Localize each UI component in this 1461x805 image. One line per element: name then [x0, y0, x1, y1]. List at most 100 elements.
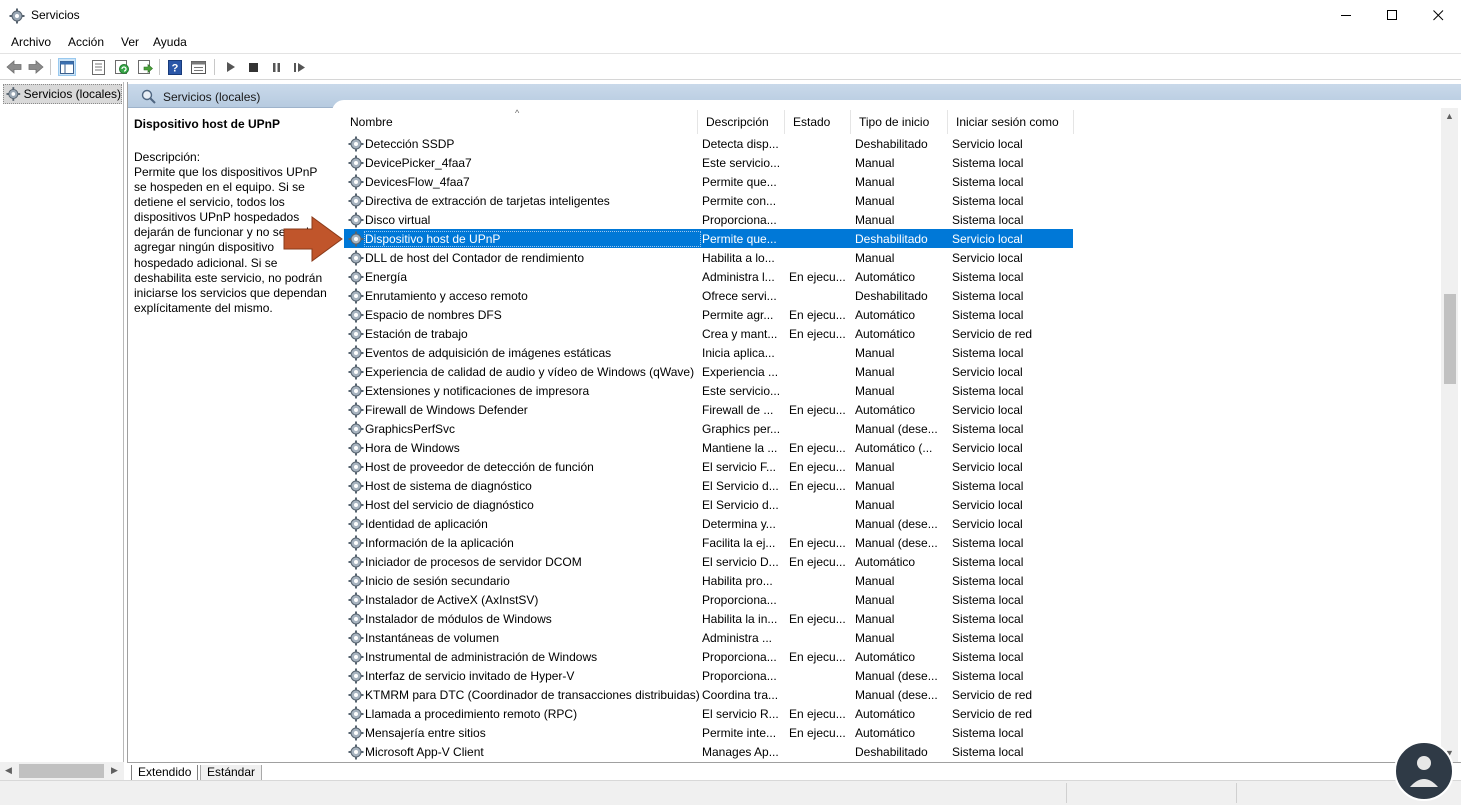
action-pane-icon [190, 60, 206, 74]
table-row[interactable]: Información de la aplicación Facilita la … [344, 533, 1073, 552]
toolbar-separator [50, 59, 51, 75]
table-row[interactable]: Interfaz de servicio invitado de Hyper-V… [344, 666, 1073, 685]
menu-ver[interactable]: Ver [121, 35, 139, 49]
table-row[interactable]: Instantáneas de volumen Administra ... Man… [344, 628, 1073, 647]
close-button[interactable] [1415, 0, 1461, 31]
service-startup-type: Manual [855, 251, 895, 265]
table-row[interactable]: Hora de Windows Mantiene la ... En ejecu..… [344, 438, 1073, 457]
service-gear-icon [348, 345, 364, 361]
service-startup-type: Manual [855, 593, 895, 607]
service-gear-icon [348, 269, 364, 285]
table-row[interactable]: Disco virtual Proporciona... Manual Sistema… [344, 210, 1073, 229]
column-header-name[interactable]: Nombre [342, 110, 698, 134]
table-row[interactable]: Instalador de ActiveX (AxInstSV) Proporci… [344, 590, 1073, 609]
service-log-on-as: Sistema local [952, 536, 1024, 550]
table-row[interactable]: Directiva de extracción de tarjetas inte… [344, 191, 1073, 210]
service-name: Experiencia de calidad de audio y vídeo … [365, 365, 695, 379]
maximize-button[interactable] [1369, 0, 1415, 31]
column-header-log-on-as[interactable]: Iniciar sesión como [948, 110, 1074, 134]
scroll-left-icon[interactable]: ◀ [5, 765, 12, 776]
table-row[interactable]: DevicePicker_4faa7 Este servicio... Manual… [344, 153, 1073, 172]
properties-sheet-icon [91, 59, 105, 75]
scrollbar-thumb[interactable] [1444, 294, 1456, 384]
table-row[interactable]: Inicio de sesión secundario Habilita pro.… [344, 571, 1073, 590]
service-log-on-as: Sistema local [952, 574, 1024, 588]
table-row[interactable]: Iniciador de procesos de servidor DCOM El… [344, 552, 1073, 571]
list-vertical-scrollbar[interactable]: ▲ ▼ [1441, 108, 1458, 762]
table-row[interactable]: Host de sistema de diagnóstico El Servici… [344, 476, 1073, 495]
show-action-pane-button[interactable] [189, 58, 207, 76]
table-row[interactable]: Llamada a procedimiento remoto (RPC) El s… [344, 704, 1073, 723]
back-button[interactable] [5, 58, 23, 76]
menu-archivo[interactable]: Archivo [11, 35, 51, 49]
tab-estandar[interactable]: Estándar [200, 765, 263, 781]
service-state: En ejecu... [789, 555, 846, 569]
table-row[interactable]: Enrutamiento y acceso remoto Ofrece servi… [344, 286, 1073, 305]
title-bar: Servicios [0, 0, 1461, 31]
menu-accion[interactable]: Acción [68, 35, 104, 49]
table-row[interactable]: GraphicsPerfSvc Graphics per... Manual (de… [344, 419, 1073, 438]
table-row[interactable]: Experiencia de calidad de audio y vídeo … [344, 362, 1073, 381]
scroll-up-icon[interactable]: ▲ [1445, 111, 1454, 121]
table-row[interactable]: KTMRM para DTC (Coordinador de transacci… [344, 685, 1073, 704]
restart-service-button[interactable] [290, 58, 308, 76]
table-row[interactable]: Instalador de módulos de Windows Habilita… [344, 609, 1073, 628]
table-row[interactable]: DLL de host del Contador de rendimiento H… [344, 248, 1073, 267]
help-button[interactable]: ? [166, 58, 184, 76]
service-startup-type: Manual [855, 365, 895, 379]
service-name: Espacio de nombres DFS [365, 308, 502, 322]
service-gear-icon [348, 250, 364, 266]
start-service-button[interactable] [222, 58, 240, 76]
service-description: Permite agr... [702, 308, 774, 322]
table-row[interactable]: Microsoft App-V Client Manages Ap... Desha… [344, 742, 1073, 761]
stop-service-button[interactable] [244, 58, 262, 76]
table-row[interactable]: Energía Administra l... En ejecu... Automát… [344, 267, 1073, 286]
table-row[interactable]: Estación de trabajo Crea y mant... En ejec… [344, 324, 1073, 343]
table-row[interactable]: Firewall de Windows Defender Firewall de … [344, 400, 1073, 419]
scrollbar-thumb[interactable] [19, 764, 104, 778]
service-gear-icon [348, 573, 364, 589]
column-header-state[interactable]: Estado [785, 110, 851, 134]
column-header-startup-type[interactable]: Tipo de inicio [851, 110, 948, 134]
service-name: Interfaz de servicio invitado de Hyper-V [365, 669, 575, 683]
tab-extendido[interactable]: Extendido [131, 765, 199, 781]
refresh-button[interactable] [113, 58, 131, 76]
table-row[interactable]: Instrumental de administración de Window… [344, 647, 1073, 666]
service-log-on-as: Sistema local [952, 479, 1024, 493]
service-description: Ofrece servi... [702, 289, 777, 303]
service-gear-icon [348, 554, 364, 570]
menu-ayuda[interactable]: Ayuda [153, 35, 187, 49]
properties-button[interactable] [89, 58, 107, 76]
service-gear-icon [348, 421, 364, 437]
table-row[interactable]: Extensiones y notificaciones de impresor… [344, 381, 1073, 400]
table-row[interactable]: Detección SSDP Detecta disp... Deshabilita… [344, 134, 1073, 153]
scroll-right-icon[interactable]: ▶ [111, 765, 118, 776]
table-row[interactable]: Identidad de aplicación Determina y... Man… [344, 514, 1073, 533]
pause-service-button[interactable] [267, 58, 285, 76]
table-row[interactable]: DevicesFlow_4faa7 Permite que... Manual Sis… [344, 172, 1073, 191]
table-row[interactable]: Host del servicio de diagnóstico El Servi… [344, 495, 1073, 514]
service-description: Inicia aplica... [702, 346, 775, 360]
service-gear-icon [348, 478, 364, 494]
service-log-on-as: Servicio local [952, 517, 1023, 531]
forward-button[interactable] [27, 58, 45, 76]
service-startup-type: Automático [855, 707, 916, 721]
service-gear-icon [348, 383, 364, 399]
table-row[interactable]: Dispositivo host de UPnP Permite que... De… [344, 229, 1073, 248]
minimize-button[interactable] [1323, 0, 1369, 31]
table-row[interactable]: Host de proveedor de detección de funció… [344, 457, 1073, 476]
tree-horizontal-scrollbar[interactable]: ◀ ▶ [0, 762, 124, 780]
export-list-button[interactable] [136, 58, 154, 76]
table-row[interactable]: Mensajería entre sitios Permite inte... En… [344, 723, 1073, 742]
service-gear-icon [348, 326, 364, 342]
table-row[interactable]: Eventos de adquisición de imágenes estát… [344, 343, 1073, 362]
service-gear-icon [348, 630, 364, 646]
tree-item-services-local[interactable]: Servicios (locales) [3, 84, 122, 104]
service-description: Experiencia ... [702, 365, 779, 379]
show-console-tree-button[interactable] [58, 58, 76, 76]
table-row[interactable]: Espacio de nombres DFS Permite agr... En e… [344, 305, 1073, 324]
service-log-on-as: Servicio local [952, 251, 1023, 265]
column-header-description[interactable]: Descripción [698, 110, 785, 134]
service-state: En ejecu... [789, 270, 846, 284]
service-gear-icon [348, 744, 364, 760]
